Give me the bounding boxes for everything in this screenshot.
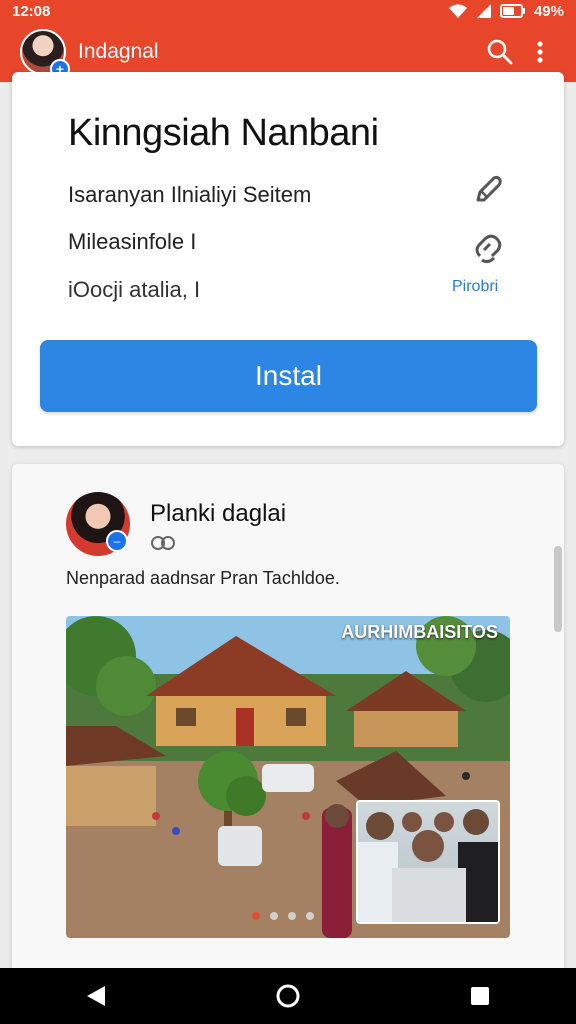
back-icon [87, 986, 105, 1006]
app-name-title: Kinngsiah Nanbani [68, 112, 379, 154]
info-line-3: iOocji atalia, I [68, 277, 201, 302]
signal-icon [476, 4, 491, 18]
image-overlay-label: AURHIMBAISITOS [341, 622, 498, 642]
info-line-2: Mileasinfole I [68, 229, 197, 254]
people-inset-photo[interactable] [356, 800, 500, 924]
profile-avatar[interactable]: + [20, 29, 70, 79]
carousel-dot[interactable] [288, 912, 296, 920]
home-button[interactable] [264, 972, 312, 1020]
install-button[interactable]: Instal [40, 340, 537, 412]
system-nav-bar [0, 968, 576, 1024]
app-title: Indagnal [78, 40, 159, 63]
audience-icon [151, 536, 175, 550]
search-icon [487, 39, 513, 65]
search-button[interactable] [480, 32, 520, 72]
more-vert-icon [537, 41, 543, 63]
battery-percent: 49% [533, 2, 564, 20]
post-card: – Planki daglai Nenparad aadnsar Pran Ta… [12, 464, 564, 984]
more-options-button[interactable] [520, 32, 560, 72]
post-caption: Nenparad aadnsar Pran Tachldoe. [66, 568, 340, 588]
link-icon[interactable] [470, 232, 506, 268]
carousel-dot[interactable] [252, 912, 260, 920]
carousel-indicator[interactable] [252, 912, 314, 920]
scrollbar[interactable] [554, 546, 562, 632]
status-bar: 12:08 49% [0, 0, 576, 22]
wifi-icon [448, 4, 467, 18]
recents-icon [471, 987, 489, 1005]
carousel-dot[interactable] [306, 912, 314, 920]
post-image[interactable]: AURHIMBAISITOS [66, 616, 510, 938]
status-icons: 49% [448, 3, 564, 20]
battery-icon [499, 4, 525, 18]
carousel-dot[interactable] [270, 912, 278, 920]
status-time: 12:08 [12, 2, 51, 20]
app-install-card: Kinngsiah Nanbani Isaranyan Ilnialiyi Se… [12, 72, 564, 446]
verified-icon: – [106, 530, 128, 552]
recents-button[interactable] [456, 972, 504, 1020]
info-line-1: Isaranyan Ilnialiyi Seitem [68, 182, 312, 207]
home-icon [276, 984, 300, 1008]
post-author-name[interactable]: Planki daglai [150, 500, 286, 528]
group-photo [358, 809, 498, 922]
back-button[interactable] [72, 972, 120, 1020]
side-label[interactable]: Pirobri [452, 278, 498, 296]
edit-icon[interactable] [470, 172, 506, 208]
